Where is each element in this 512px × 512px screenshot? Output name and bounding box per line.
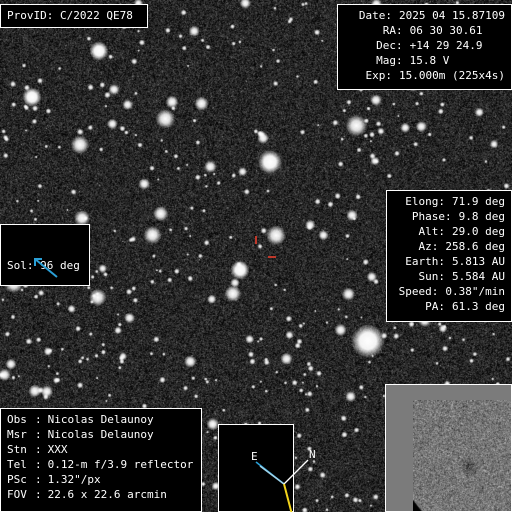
provisional-id-panel: ProvID: C/2022 QE78 [0, 4, 148, 28]
astrometry-image-frame: ProvID: C/2022 QE78 Date:2025 04 15.8710… [0, 0, 512, 512]
observation-colon: : [396, 39, 403, 52]
observation-info-panel: Date:2025 04 15.87109 RA:06 30 30.61 Dec: +… [337, 4, 512, 90]
east-label: E [251, 450, 258, 463]
observation-value: +14 29 24.9 [409, 39, 483, 52]
geometry-key: Az [418, 240, 432, 253]
north-label: N [309, 448, 316, 461]
observation-row: Mag:15.8 V [344, 53, 505, 68]
orientation-compass-panel: E N [218, 424, 315, 512]
station-key: Msr [7, 428, 27, 441]
geometry-colon: : [445, 210, 452, 223]
geometry-colon: : [438, 195, 446, 208]
provid-label: ProvID: [7, 9, 54, 22]
station-row: Msr: Nicolas Delaunoy [7, 427, 195, 442]
station-key: Tel [7, 458, 27, 471]
station-colon: : [35, 443, 42, 456]
station-value: 22.6 x 22.6 arcmin [47, 488, 167, 501]
observation-value: 15.8 V [409, 54, 450, 67]
geometry-colon: : [431, 285, 439, 298]
geometry-value: 71.9 deg [452, 195, 505, 208]
observation-colon: : [396, 54, 403, 67]
geometry-colon: : [438, 225, 446, 238]
station-value: XXX [47, 443, 68, 456]
geometry-key: Sun [418, 270, 439, 283]
station-colon: : [35, 458, 42, 471]
station-colon: : [35, 488, 42, 501]
station-key: Stn [7, 443, 27, 456]
observation-colon: : [385, 9, 393, 22]
observation-row: Exp:15.000m (225x4s) [344, 68, 505, 83]
observation-row: Dec: +14 29 24.9 [344, 38, 505, 53]
station-key: PSc [7, 473, 27, 486]
geometry-row: Alt:29.0 deg [393, 224, 505, 239]
geometry-value: 5.813 AU [452, 255, 505, 268]
observation-value: 2025 04 15.87109 [399, 9, 505, 22]
geometry-key: Phase [411, 210, 446, 223]
provid-value: C/2022 QE78 [59, 9, 133, 22]
station-row: Stn: XXX [7, 442, 195, 457]
geometry-colon: : [438, 300, 446, 313]
observation-row: Date:2025 04 15.87109 [344, 8, 505, 23]
station-colon: : [35, 473, 42, 486]
observation-key: Exp [365, 69, 386, 82]
geometry-row: Speed:0.38"/min [393, 284, 505, 299]
geometry-info-panel: Elong:71.9 deg Phase:9.8 deg Alt:29.0 deg A… [386, 190, 512, 322]
geometry-key: Elong [405, 195, 439, 208]
sun-direction-panel: Sol: 96 deg [0, 224, 90, 286]
station-value: 1.32"/px [47, 473, 101, 486]
target-zoom-inset [385, 384, 512, 512]
geometry-value: 258.6 deg [445, 240, 505, 253]
geometry-value: 29.0 deg [452, 225, 505, 238]
geometry-value: 61.3 deg [452, 300, 505, 313]
geometry-value: 5.584 AU [452, 270, 505, 283]
sun-direction-arrow-icon [34, 258, 58, 278]
geometry-value: 9.8 deg [458, 210, 505, 223]
station-row: Tel:0.12-m f/3.9 reflector [7, 457, 195, 472]
geometry-key: Speed [398, 285, 432, 298]
geometry-row: Earth:5.813 AU [393, 254, 505, 269]
east-arrow-shadow [259, 465, 284, 485]
station-value: Nicolas Delaunoy [47, 413, 154, 426]
geometry-row: Sun:5.584 AU [393, 269, 505, 284]
station-colon: : [35, 413, 42, 426]
station-value: 0.12-m f/3.9 reflector [47, 458, 194, 471]
geometry-key: Alt [418, 225, 439, 238]
station-key: FOV [7, 488, 27, 501]
station-row: Obs: Nicolas Delaunoy [7, 412, 195, 427]
geometry-key: PA [425, 300, 439, 313]
station-row: PSc:1.32"/px [7, 472, 195, 487]
observation-colon: : [396, 24, 403, 37]
observation-key: Date [358, 9, 386, 22]
station-row: FOV:22.6 x 22.6 arcmin [7, 487, 195, 502]
geometry-row: Phase:9.8 deg [393, 209, 505, 224]
observation-key: Mag [376, 54, 396, 67]
station-colon: : [35, 428, 42, 441]
zoomed-target-image [412, 400, 511, 511]
observation-row: RA:06 30 30.61 [344, 23, 505, 38]
observation-value: 15.000m (225x4s) [399, 69, 505, 82]
station-key: Obs [7, 413, 27, 426]
motion-direction-arrow [282, 483, 292, 512]
geometry-value: 0.38"/min [445, 285, 505, 298]
station-value: Nicolas Delaunoy [47, 428, 154, 441]
target-markers [255, 236, 276, 258]
observation-colon: : [385, 69, 393, 82]
geometry-colon: : [431, 240, 439, 253]
geometry-row: Elong:71.9 deg [393, 194, 505, 209]
geometry-row: Az:258.6 deg [393, 239, 505, 254]
north-arrow [283, 459, 308, 485]
geometry-row: PA:61.3 deg [393, 299, 505, 314]
observation-key: Dec [376, 39, 396, 52]
observation-key: RA [382, 24, 396, 37]
compass-rose-icon: E N [251, 448, 316, 512]
geometry-colon: : [438, 255, 446, 268]
geometry-key: Earth [405, 255, 439, 268]
geometry-colon: : [438, 270, 446, 283]
observer-info-panel: Obs: Nicolas Delaunoy Msr: Nicolas Delaunoy… [0, 408, 202, 512]
observation-value: 06 30 30.61 [409, 24, 483, 37]
